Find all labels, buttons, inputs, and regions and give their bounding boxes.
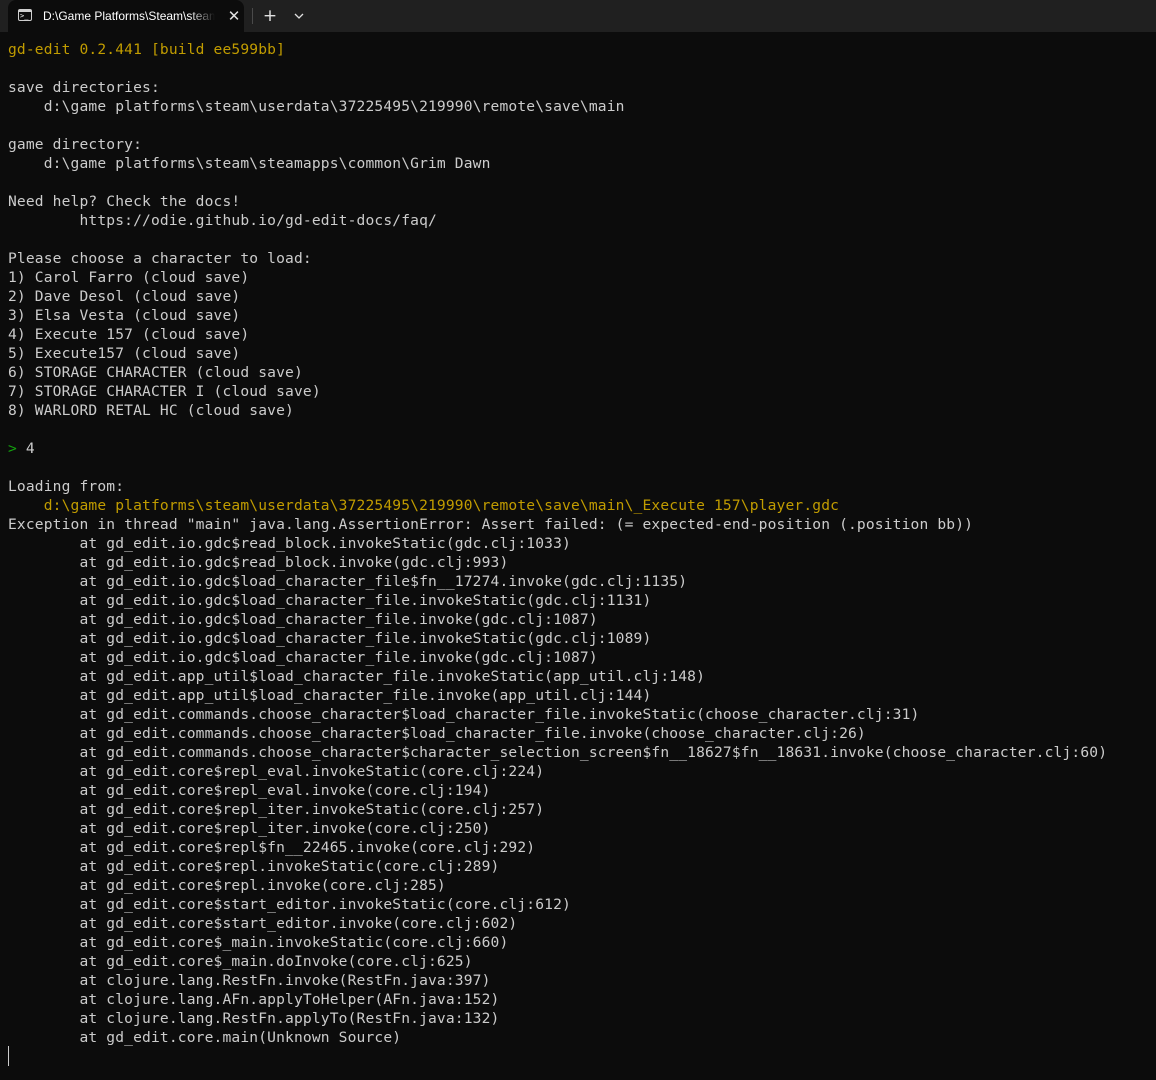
terminal-icon: >_ <box>18 9 32 21</box>
stack-trace-line: at gd_edit.io.gdc$load_character_file.in… <box>8 611 598 628</box>
stack-trace-line: at gd_edit.core$repl.invokeStatic(core.c… <box>8 858 500 875</box>
tab-bar: >_ D:\Game Platforms\Steam\steamapps\com… <box>0 0 1156 32</box>
stack-trace-line: at clojure.lang.RestFn.invoke(RestFn.jav… <box>8 972 491 989</box>
game-directory-label: game directory: <box>8 136 143 153</box>
stack-trace-line: at gd_edit.io.gdc$load_character_file.in… <box>8 630 652 647</box>
stack-trace-line: at gd_edit.io.gdc$load_character_file$fn… <box>8 573 688 590</box>
character-option: 6) STORAGE CHARACTER (cloud save) <box>8 364 303 381</box>
stack-trace-line: at gd_edit.io.gdc$load_character_file.in… <box>8 592 652 609</box>
exception-message: Exception in thread "main" java.lang.Ass… <box>8 516 974 533</box>
character-option: 8) WARLORD RETAL HC (cloud save) <box>8 402 294 419</box>
help-text: Need help? Check the docs! <box>8 193 241 210</box>
stack-trace-line: at gd_edit.core$repl_iter.invokeStatic(c… <box>8 801 545 818</box>
character-option: 4) Execute 157 (cloud save) <box>8 326 250 343</box>
stack-trace-line: at gd_edit.app_util$load_character_file.… <box>8 687 652 704</box>
character-option: 1) Carol Farro (cloud save) <box>8 269 250 286</box>
stack-trace-line: at gd_edit.core$start_editor.invoke(core… <box>8 915 518 932</box>
text-cursor <box>8 1046 9 1066</box>
stack-trace-line: at gd_edit.core$repl_eval.invokeStatic(c… <box>8 763 545 780</box>
stack-trace-line: at clojure.lang.RestFn.applyTo(RestFn.ja… <box>8 1010 500 1027</box>
stack-trace-line: at gd_edit.io.gdc$load_character_file.in… <box>8 649 598 666</box>
close-icon[interactable]: ✕ <box>224 6 244 26</box>
stack-trace-line: at gd_edit.commands.choose_character$loa… <box>8 725 866 742</box>
terminal-window: >_ D:\Game Platforms\Steam\steamapps\com… <box>0 0 1156 1080</box>
stack-trace-line: at gd_edit.core$repl.invoke(core.clj:285… <box>8 877 446 894</box>
choose-character-prompt: Please choose a character to load: <box>8 250 312 267</box>
stack-trace-line: at gd_edit.commands.choose_character$loa… <box>8 706 920 723</box>
stack-trace-line: at gd_edit.commands.choose_character$cha… <box>8 744 1108 761</box>
stack-trace-line: at gd_edit.app_util$load_character_file.… <box>8 668 706 685</box>
stack-trace-line: at clojure.lang.AFn.applyToHelper(AFn.ja… <box>8 991 500 1008</box>
stack-trace-line: at gd_edit.core$repl_eval.invoke(core.cl… <box>8 782 491 799</box>
tab-active[interactable]: >_ D:\Game Platforms\Steam\steamapps\com… <box>8 0 244 32</box>
game-directory-path: d:\game platforms\steam\steamapps\common… <box>8 155 491 172</box>
stack-trace-line: at gd_edit.core$start_editor.invokeStati… <box>8 896 571 913</box>
chevron-down-icon[interactable] <box>289 5 309 27</box>
stack-trace-line: at gd_edit.core$repl_iter.invoke(core.cl… <box>8 820 491 837</box>
terminal-output[interactable]: gd-edit 0.2.441 [build ee599bb] save dir… <box>0 32 1156 1080</box>
tab-title: D:\Game Platforms\Steam\steamapps\common… <box>43 9 215 23</box>
stack-trace-line: at gd_edit.core$_main.doInvoke(core.clj:… <box>8 953 473 970</box>
tab-divider <box>252 8 253 24</box>
docs-url: https://odie.github.io/gd-edit-docs/faq/ <box>8 212 437 229</box>
user-input: 4 <box>16 440 35 457</box>
stack-trace-line: at gd_edit.core$_main.invokeStatic(core.… <box>8 934 509 951</box>
loading-path: d:\game platforms\steam\userdata\3722549… <box>8 497 840 514</box>
stack-trace-line: at gd_edit.core$repl$fn__22465.invoke(co… <box>8 839 536 856</box>
save-directories-label: save directories: <box>8 79 160 96</box>
stack-trace-line: at gd_edit.io.gdc$read_block.invoke(gdc.… <box>8 554 509 571</box>
character-option: 3) Elsa Vesta (cloud save) <box>8 307 241 324</box>
stack-trace-line: at gd_edit.core.main(Unknown Source) <box>8 1029 402 1046</box>
gd-edit-version-header: gd-edit 0.2.441 [build ee599bb] <box>8 41 286 58</box>
save-directory-path: d:\game platforms\steam\userdata\3722549… <box>8 98 625 115</box>
character-option: 7) STORAGE CHARACTER I (cloud save) <box>8 383 321 400</box>
input-prompt-line: > 4 <box>8 439 1156 458</box>
character-option: 2) Dave Desol (cloud save) <box>8 288 241 305</box>
stack-trace: at gd_edit.io.gdc$read_block.invokeStati… <box>8 534 1156 1047</box>
character-option: 5) Execute157 (cloud save) <box>8 345 241 362</box>
loading-from-label: Loading from: <box>8 478 125 495</box>
prompt-symbol: > <box>8 440 17 457</box>
stack-trace-line: at gd_edit.io.gdc$read_block.invokeStati… <box>8 535 571 552</box>
new-tab-button[interactable]: + <box>259 5 281 27</box>
